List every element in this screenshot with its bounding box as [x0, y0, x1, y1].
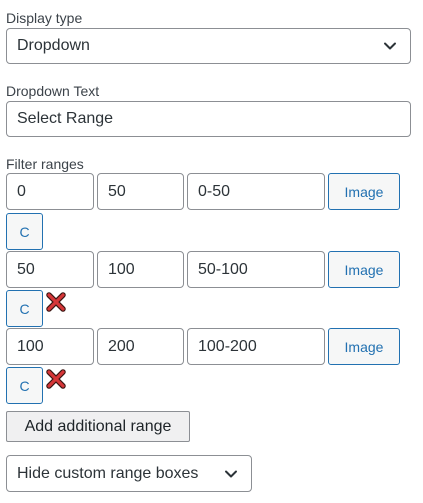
display-type-select[interactable]: Dropdown — [6, 28, 411, 64]
dropdown-text-label: Dropdown Text — [6, 83, 100, 99]
range-text-input[interactable]: 0-50 — [187, 173, 325, 210]
range-c-button[interactable]: C — [6, 367, 43, 404]
filter-ranges-label: Filter ranges — [6, 156, 84, 172]
range-image-button[interactable]: Image — [328, 251, 400, 288]
range-min-value: 0 — [17, 182, 26, 200]
range-text-value: 100-200 — [198, 337, 257, 355]
range-max-input[interactable]: 200 — [97, 328, 184, 365]
range-min-input[interactable]: 50 — [6, 251, 94, 288]
range-min-input[interactable]: 100 — [6, 328, 94, 365]
dropdown-text-value: Select Range — [17, 110, 114, 127]
display-type-value: Dropdown — [17, 37, 90, 54]
range-text-input[interactable]: 50-100 — [187, 251, 325, 288]
range-max-value: 200 — [108, 337, 135, 355]
range-max-value: 100 — [108, 260, 135, 278]
range-text-value: 0-50 — [198, 182, 231, 200]
range-max-input[interactable]: 50 — [97, 173, 184, 210]
chevron-down-icon — [225, 470, 237, 477]
chevron-down-icon — [384, 42, 396, 50]
close-icon[interactable] — [46, 369, 66, 389]
range-min-value: 50 — [17, 260, 35, 278]
range-image-button[interactable]: Image — [328, 328, 400, 365]
dropdown-text-input[interactable]: Select Range — [6, 101, 411, 137]
range-c-button[interactable]: C — [6, 213, 43, 250]
range-max-value: 50 — [108, 182, 126, 200]
custom-range-select-value: Hide custom range boxes — [17, 464, 199, 482]
add-range-button[interactable]: Add additional range — [6, 411, 190, 442]
range-c-button[interactable]: C — [6, 290, 43, 327]
range-text-input[interactable]: 100-200 — [187, 328, 325, 365]
display-type-label: Display type — [6, 10, 83, 26]
range-min-value: 100 — [17, 337, 44, 355]
range-max-input[interactable]: 100 — [97, 251, 184, 288]
custom-range-select[interactable]: Hide custom range boxes — [6, 455, 252, 492]
range-text-value: 50-100 — [198, 260, 248, 278]
close-icon[interactable] — [46, 292, 66, 312]
range-image-button[interactable]: Image — [328, 173, 400, 210]
range-min-input[interactable]: 0 — [6, 173, 94, 210]
